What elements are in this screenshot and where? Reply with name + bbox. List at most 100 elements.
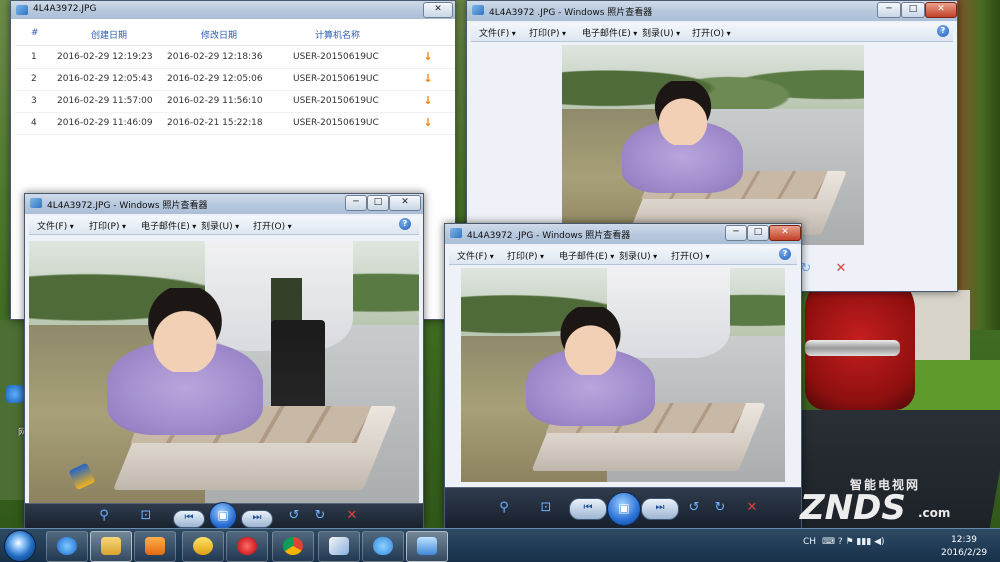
- close-button[interactable]: ✕: [925, 2, 957, 18]
- viewer-menubar: 文件(F) 打印(P) 电子邮件(E) 刻录(U) 打开(O) ?: [29, 216, 419, 235]
- col-created[interactable]: 创建日期: [91, 28, 127, 41]
- photo-viewer-app-icon: [450, 228, 462, 238]
- menu-burn[interactable]: 刻录(U): [619, 249, 657, 262]
- row-computer: USER-20150619UC: [293, 74, 379, 84]
- close-button[interactable]: ✕: [769, 225, 801, 241]
- delete-icon[interactable]: ✕: [832, 259, 850, 279]
- viewer-toolbar: ⚲ ⊡ ⏮ ▣ ⏭ ↺ ↻ ✕: [25, 502, 423, 530]
- clock-date[interactable]: 2016/2/29: [941, 548, 987, 558]
- opera-browser-icon[interactable]: [226, 531, 268, 562]
- menu-file[interactable]: 文件(F): [457, 249, 494, 262]
- menu-burn[interactable]: 刻录(U): [201, 219, 239, 232]
- close-button[interactable]: ✕: [423, 2, 453, 18]
- language-indicator[interactable]: CH: [803, 537, 816, 547]
- menu-file[interactable]: 文件(F): [37, 219, 74, 232]
- row-modified: 2016-02-29 12:18:36: [167, 52, 263, 62]
- start-orb-icon[interactable]: [4, 530, 36, 562]
- photo-image: [562, 45, 864, 245]
- menu-file[interactable]: 文件(F): [479, 26, 516, 39]
- row-index: 1: [31, 52, 37, 62]
- delete-icon[interactable]: ✕: [743, 498, 761, 518]
- menu-open[interactable]: 打开(O): [253, 219, 292, 232]
- table-row[interactable]: 2 2016-02-29 12:05:43 2016-02-29 12:05:0…: [15, 68, 455, 91]
- table-row[interactable]: 4 2016-02-29 11:46:09 2016-02-21 15:22:1…: [15, 112, 455, 135]
- clock-time[interactable]: 12:39: [951, 535, 977, 545]
- photo-viewer-left-window[interactable]: 4L4A3972.JPG - Windows 照片查看器 ─ □ ✕ 文件(F)…: [24, 193, 424, 530]
- rotate-cw-icon[interactable]: ↻: [711, 498, 729, 518]
- file-explorer-icon[interactable]: [90, 531, 132, 562]
- rotate-ccw-icon[interactable]: ↺: [285, 506, 303, 526]
- window-title: 4L4A3972.JPG - Windows 照片查看器: [47, 201, 208, 211]
- titlebar[interactable]: 4L4A3972.JPG ✕: [11, 1, 455, 19]
- row-index: 3: [31, 96, 37, 106]
- watermark-domain: .com: [918, 506, 951, 520]
- fit-window-icon[interactable]: ⊡: [137, 506, 155, 526]
- viewer-menubar: 文件(F) 打印(P) 电子邮件(E) 刻录(U) 打开(O) ?: [471, 23, 953, 42]
- menu-email[interactable]: 电子邮件(E): [141, 219, 196, 232]
- rotate-ccw-icon[interactable]: ↺: [685, 498, 703, 518]
- watermark-brand: ZNDS: [800, 488, 906, 528]
- previous-button[interactable]: ⏮: [569, 498, 607, 520]
- download-arrow-icon[interactable]: ↓: [423, 117, 433, 129]
- minimize-button[interactable]: ─: [725, 225, 747, 241]
- taskbar: CH ⌨ ? ⚑ ▮▮▮ ◀): [0, 528, 1000, 562]
- download-arrow-icon[interactable]: ↓: [423, 51, 433, 63]
- row-computer: USER-20150619UC: [293, 96, 379, 106]
- cloud-app-icon[interactable]: [362, 531, 404, 562]
- titlebar[interactable]: 4L4A3972 .JPG - Windows 照片查看器 ─ □ ✕: [445, 224, 801, 244]
- zoom-icon[interactable]: ⚲: [495, 498, 513, 518]
- maximize-button[interactable]: □: [747, 225, 769, 241]
- chrome-browser-icon[interactable]: [272, 531, 314, 562]
- row-index: 4: [31, 118, 37, 128]
- menu-email[interactable]: 电子邮件(E): [582, 26, 637, 39]
- rotate-cw-icon[interactable]: ↻: [311, 506, 329, 526]
- internet-explorer-icon[interactable]: [46, 531, 88, 562]
- zoom-icon[interactable]: ⚲: [95, 506, 113, 526]
- titlebar[interactable]: 4L4A3972.JPG - Windows 照片查看器 ─ □ ✕: [25, 194, 423, 214]
- table-row[interactable]: 1 2016-02-29 12:19:23 2016-02-29 12:18:3…: [15, 46, 455, 69]
- window-title: 4L4A3972.JPG: [33, 4, 97, 14]
- menu-open[interactable]: 打开(O): [671, 249, 710, 262]
- download-arrow-icon[interactable]: ↓: [423, 95, 433, 107]
- tray-icons[interactable]: ⌨ ? ⚑ ▮▮▮ ◀): [822, 537, 885, 547]
- menu-email[interactable]: 电子邮件(E): [559, 249, 614, 262]
- maximize-button[interactable]: □: [367, 195, 389, 211]
- delete-icon[interactable]: ✕: [343, 506, 361, 526]
- desktop-globe-icon[interactable]: [6, 385, 24, 403]
- titlebar[interactable]: 4L4A3972 .JPG - Windows 照片查看器 ─ □ ✕: [467, 1, 957, 21]
- photo-viewer-taskbar-icon[interactable]: [406, 531, 448, 562]
- table-row[interactable]: 3 2016-02-29 11:57:00 2016-02-29 11:56:1…: [15, 90, 455, 113]
- col-computer[interactable]: 计算机名称: [315, 28, 360, 41]
- slideshow-button[interactable]: ▣: [607, 492, 641, 526]
- fit-window-icon[interactable]: ⊡: [537, 498, 555, 518]
- paint-app-icon[interactable]: [318, 531, 360, 562]
- menu-burn[interactable]: 刻录(U): [642, 26, 680, 39]
- aim-app-icon[interactable]: [182, 531, 224, 562]
- menu-print[interactable]: 打印(P): [507, 249, 544, 262]
- previous-button[interactable]: ⏮: [173, 510, 205, 528]
- menu-print[interactable]: 打印(P): [529, 26, 566, 39]
- menu-print[interactable]: 打印(P): [89, 219, 126, 232]
- col-index[interactable]: #: [31, 28, 39, 38]
- row-modified: 2016-02-21 15:22:18: [167, 118, 263, 128]
- help-icon[interactable]: ?: [399, 218, 411, 230]
- col-modified[interactable]: 修改日期: [201, 28, 237, 41]
- photo-viewer-front-window[interactable]: 4L4A3972 .JPG - Windows 照片查看器 ─ □ ✕ 文件(F…: [444, 223, 802, 528]
- download-arrow-icon[interactable]: ↓: [423, 73, 433, 85]
- minimize-button[interactable]: ─: [345, 195, 367, 211]
- slideshow-button[interactable]: ▣: [209, 502, 237, 530]
- wallpaper-car-bumper: [805, 340, 900, 356]
- minimize-button[interactable]: ─: [877, 2, 901, 18]
- media-player-icon[interactable]: [134, 531, 176, 562]
- help-icon[interactable]: ?: [779, 248, 791, 260]
- row-modified: 2016-02-29 11:56:10: [167, 96, 263, 106]
- menu-open[interactable]: 打开(O): [692, 26, 731, 39]
- next-button[interactable]: ⏭: [241, 510, 273, 528]
- cloud-app-icon: [16, 5, 28, 15]
- row-created: 2016-02-29 11:57:00: [57, 96, 153, 106]
- close-button[interactable]: ✕: [389, 195, 421, 211]
- help-icon[interactable]: ?: [937, 25, 949, 37]
- next-button[interactable]: ⏭: [641, 498, 679, 520]
- maximize-button[interactable]: □: [901, 2, 925, 18]
- photo-image: [29, 241, 419, 503]
